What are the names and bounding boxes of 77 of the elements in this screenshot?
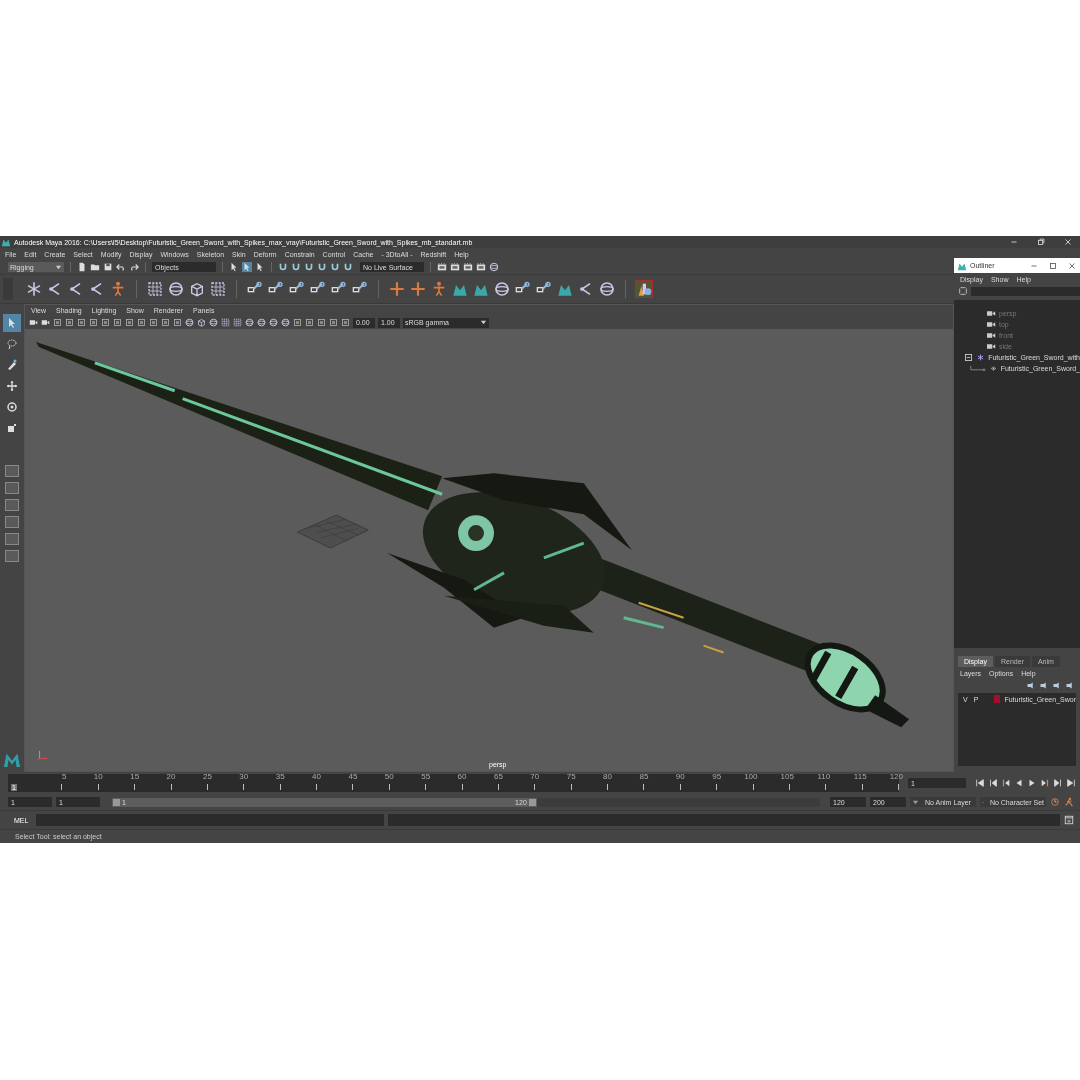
frame-number: 25 [202,772,212,781]
frame-number: 20 [166,772,176,781]
app-logo-icon [1,237,11,247]
square-icon[interactable] [53,318,62,327]
expand-toggle-icon[interactable] [965,354,973,361]
caret-icon [912,798,919,806]
frame-number: 45 [348,772,358,781]
select-by-icon[interactable] [229,262,239,272]
back-playback-icon[interactable] [1014,778,1024,788]
move-icon [6,380,18,392]
auto-key-icon[interactable] [1050,797,1060,807]
tree-connector-icon [970,364,986,373]
frame-number: 30 [239,772,249,781]
frame-number: 105 [780,772,794,781]
frame-number: 70 [530,772,540,781]
frame-number: 90 [675,772,685,781]
layer-color-swatch[interactable] [993,695,1001,703]
search-field[interactable] [971,286,1080,296]
arrow-icon [6,317,18,329]
frame-number: 75 [566,772,576,781]
restore-icon[interactable] [1035,237,1047,247]
square-icon[interactable] [293,318,302,327]
frame-number: 95 [712,772,722,781]
frame-number: 65 [493,772,503,781]
caret-icon [480,319,487,326]
camera-icon [987,310,996,317]
arrow-tool-button[interactable] [3,314,21,332]
frame-number: 110 [817,772,831,781]
square-icon[interactable] [77,318,86,327]
mesh-icon [988,365,998,372]
script-editor-icon[interactable] [1064,815,1074,825]
square-icon[interactable] [317,318,326,327]
camera-icon [987,343,996,350]
caret-icon [55,263,62,271]
shapes-icon[interactable] [636,281,652,297]
frame-number: 40 [312,772,321,781]
save-icon[interactable] [103,262,113,272]
frame-number: 50 [384,772,394,781]
frame-number: 35 [275,772,285,781]
frame-number: 85 [639,772,649,781]
square-icon[interactable] [125,318,134,327]
asterisk-icon [976,354,986,361]
frame-number: 5 [61,772,67,781]
square-icon[interactable] [173,318,182,327]
brush-icon [6,359,18,371]
maximize-icon[interactable] [1048,260,1058,271]
square-icon[interactable] [65,318,74,327]
scale-icon [6,422,18,434]
frame-number: 100 [744,772,758,781]
square-icon[interactable] [113,318,122,327]
command-input-field[interactable] [36,814,384,826]
square-icon[interactable] [101,318,110,327]
folder-icon[interactable] [90,262,100,272]
frame-number: 55 [421,772,431,781]
frame-number: 115 [853,772,867,781]
play-playback-icon[interactable] [1027,778,1037,788]
running-figure-icon[interactable] [1064,797,1074,807]
square-icon[interactable] [341,318,350,327]
square-icon[interactable] [149,318,158,327]
square-icon[interactable] [305,318,314,327]
square-icon[interactable] [137,318,146,327]
range-start-handle[interactable] [113,798,120,806]
file-icon[interactable] [77,262,87,272]
close-icon[interactable] [1062,237,1074,247]
frame-number: 80 [603,772,612,781]
square-icon[interactable] [89,318,98,327]
select-by-icon[interactable] [255,262,265,272]
square-icon[interactable] [329,318,338,327]
frame-number: 60 [457,772,467,781]
camera-icon [987,332,996,339]
frame-number: 15 [130,772,140,781]
camera-icon [987,321,996,328]
range-end-handle[interactable] [528,798,536,806]
frame-number: 10 [93,772,103,781]
square-icon[interactable] [161,318,170,327]
close-icon[interactable] [1067,260,1077,271]
axis-icon [37,749,49,761]
